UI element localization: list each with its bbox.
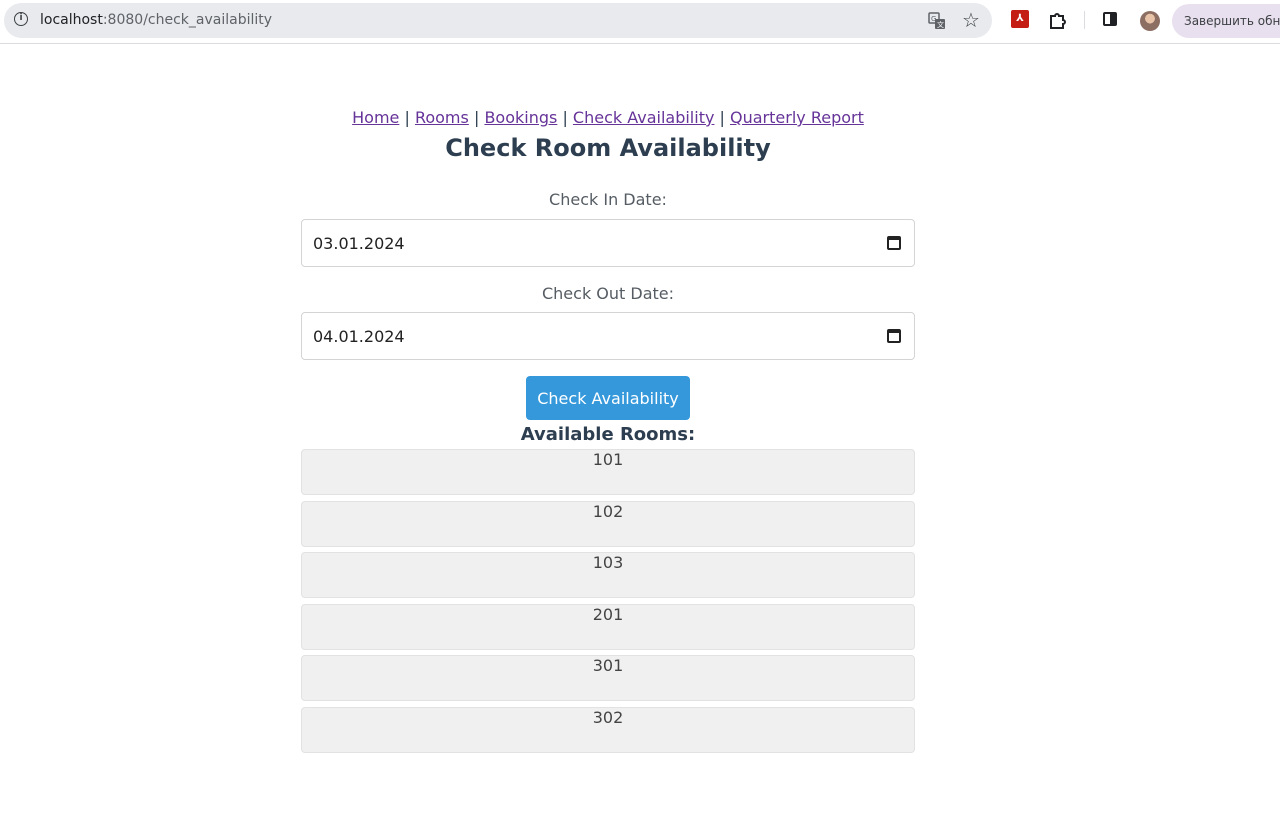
room-item-103[interactable]: 103 [301, 552, 915, 599]
check-availability-button[interactable]: Check Availability [526, 376, 690, 420]
nav-separator: | [562, 108, 568, 127]
site-info-icon[interactable]: i [14, 12, 28, 26]
check-in-label: Check In Date: [549, 190, 667, 209]
nav-separator: | [473, 108, 480, 127]
bookmark-star-icon[interactable]: ☆ [962, 9, 980, 31]
nav-link-quarterly-report[interactable]: Quarterly Report [730, 108, 864, 127]
url-path: :8080/check_availability [102, 12, 273, 28]
available-rooms-heading: Available Rooms: [520, 424, 696, 445]
room-item-302[interactable]: 302 [301, 706, 915, 753]
room-list: 101 102 103 201 301 302 [301, 449, 915, 759]
room-item-301[interactable]: 301 [301, 655, 915, 702]
nav-link-check-availability[interactable]: Check Availability [573, 108, 715, 127]
nav-separator: | [719, 108, 725, 127]
nav-link-rooms[interactable]: Rooms [415, 108, 469, 127]
check-out-date-input[interactable]: 04.01.2024 [301, 312, 915, 360]
address-bar[interactable]: i localhost:8080/check_availability G 文 … [4, 3, 992, 38]
calendar-icon[interactable] [887, 236, 901, 250]
svg-text:G: G [931, 15, 936, 23]
check-in-date-value: 03.01.2024 [313, 234, 405, 253]
check-out-label: Check Out Date: [541, 284, 675, 303]
main-nav: Home | Rooms | Bookings | Check Availabi… [0, 108, 1216, 127]
check-out-date-value: 04.01.2024 [313, 327, 405, 346]
nav-separator: | [404, 108, 410, 127]
page-title: Check Room Availability [445, 134, 771, 162]
nav-link-bookings[interactable]: Bookings [484, 108, 557, 127]
finish-update-button[interactable]: Завершить обнов [1172, 4, 1280, 38]
room-item-201[interactable]: 201 [301, 603, 915, 650]
toolbar-divider [1084, 11, 1085, 29]
svg-text:文: 文 [937, 20, 944, 29]
room-item-101[interactable]: 101 [301, 449, 915, 495]
room-item-102[interactable]: 102 [301, 500, 915, 547]
url-host: localhost [40, 12, 103, 28]
check-in-date-input[interactable]: 03.01.2024 [301, 219, 915, 267]
profile-avatar[interactable] [1140, 11, 1160, 31]
browser-toolbar: i localhost:8080/check_availability G 文 … [0, 0, 1280, 44]
translate-icon[interactable]: G 文 [928, 12, 946, 30]
pdf-extension-icon[interactable]: ⅄ [1011, 10, 1029, 28]
url-text[interactable]: localhost:8080/check_availability [40, 12, 272, 28]
calendar-icon[interactable] [887, 329, 901, 343]
side-panel-icon[interactable] [1103, 12, 1117, 26]
nav-link-home[interactable]: Home [352, 108, 399, 127]
extensions-puzzle-icon[interactable] [1047, 10, 1067, 30]
